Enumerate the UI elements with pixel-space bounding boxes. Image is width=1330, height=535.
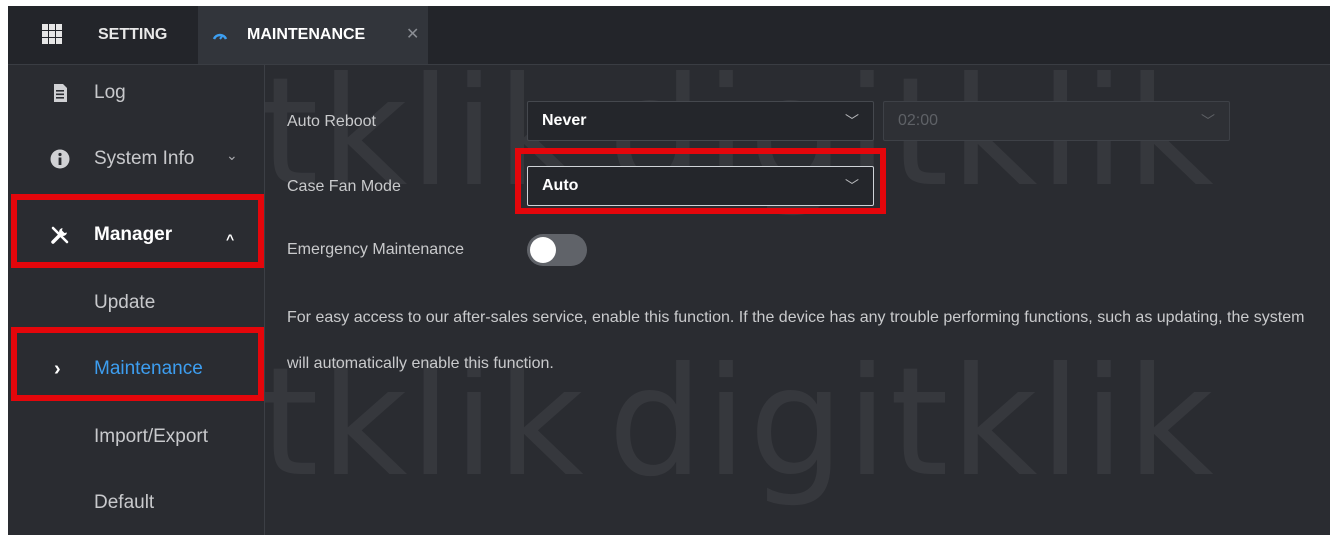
tab-maintenance-label: MAINTENANCE	[247, 26, 366, 43]
case-fan-mode-label: Case Fan Mode	[287, 178, 401, 195]
sidebar-item-label: Maintenance	[94, 358, 203, 379]
sidebar-item-label: Manager	[94, 224, 173, 245]
top-bar: SETTING MAINTENANCE ✕	[8, 6, 1330, 65]
sidebar-item-label: Import/Export	[94, 426, 209, 447]
chevron-up-icon: ^	[226, 231, 235, 247]
auto-reboot-day-select[interactable]: Never ﹀	[527, 101, 874, 141]
emergency-maintenance-toggle[interactable]	[527, 234, 587, 266]
sidebar-item-default[interactable]: Default	[8, 475, 264, 531]
document-icon	[54, 84, 67, 102]
sidebar-item-label: Update	[94, 292, 156, 313]
tab-maintenance[interactable]: MAINTENANCE ✕	[198, 6, 428, 64]
select-value: 02:00	[898, 112, 939, 129]
chevron-down-icon: ﹀	[845, 113, 859, 129]
chevron-down-icon: ﹀	[845, 178, 859, 194]
info-icon	[50, 149, 70, 169]
sidebar: Log System Info ⌄ Manager ^ Update › Mai…	[8, 65, 265, 535]
app-window: digitklik digitklik digitklik digitklik …	[8, 6, 1330, 535]
close-icon[interactable]: ✕	[406, 6, 419, 64]
description-text: For easy access to our after-sales servi…	[287, 309, 1305, 372]
tab-setting[interactable]: SETTING	[78, 6, 187, 64]
sidebar-item-label: System Info	[94, 148, 195, 169]
select-value: Never	[542, 112, 587, 129]
select-value: Auto	[542, 177, 579, 194]
case-fan-mode-select[interactable]: Auto ﹀	[527, 166, 874, 206]
sidebar-item-system-info[interactable]: System Info ⌄	[8, 131, 264, 187]
sidebar-item-update[interactable]: Update	[8, 275, 264, 331]
sidebar-item-maintenance[interactable]: › Maintenance	[8, 341, 264, 397]
grid-menu-icon[interactable]	[42, 24, 62, 44]
sidebar-item-import-export[interactable]: Import/Export	[8, 409, 264, 465]
gauge-icon	[212, 33, 228, 40]
chevron-down-icon: ⌄	[226, 147, 238, 163]
main-content: Auto Reboot Never ﹀ 02:00 ﹀ Case Fan Mod…	[265, 65, 1330, 535]
emergency-maintenance-label: Emergency Maintenance	[287, 241, 464, 258]
tools-icon	[51, 226, 69, 244]
toggle-knob	[530, 237, 556, 263]
sidebar-item-label: Default	[94, 492, 155, 513]
chevron-right-icon: ›	[54, 358, 61, 380]
sidebar-item-manager[interactable]: Manager ^	[8, 207, 264, 263]
auto-reboot-time-select[interactable]: 02:00 ﹀	[883, 101, 1230, 141]
sidebar-item-log[interactable]: Log	[8, 65, 264, 121]
chevron-down-icon: ﹀	[1201, 113, 1215, 129]
auto-reboot-label: Auto Reboot	[287, 113, 376, 130]
sidebar-item-label: Log	[94, 82, 126, 103]
